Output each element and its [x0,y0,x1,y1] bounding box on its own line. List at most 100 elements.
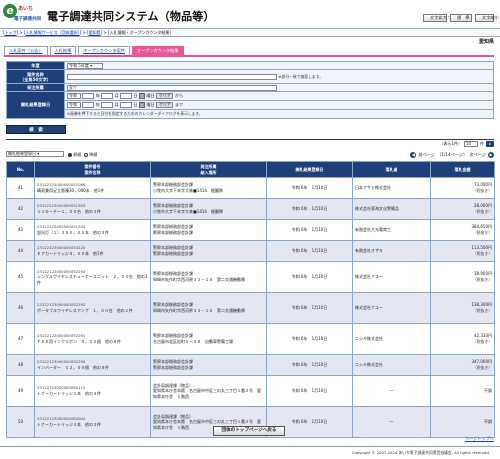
winner: ニシキ株式会社 [352,354,431,376]
row-no: 48 [6,354,35,376]
font-smaller-button[interactable]: 文字縮小 [475,14,499,22]
next-page-link[interactable]: 次ページ [469,152,486,158]
to-clear-button[interactable]: クリア [156,102,174,108]
winner: 株式会社ナユー [352,261,431,293]
tab-bar: 入札案件（公告） 入札結果 オープンカウンタ案件 オープンカウンタ結果 [4,46,184,55]
prev-page-icon[interactable]: ◀ [410,152,417,158]
case-name-link[interactable]: トナーカートリッジ３本 他の３件 [37,422,148,428]
case-name-link[interactable]: トナーカートリッジ１本 他の４件 [37,391,148,397]
sort-desc-radio[interactable] [84,153,88,157]
from-day-input[interactable] [120,93,133,99]
winner: 有限会社オザキ [352,240,431,262]
result-count-area: （表示1件） 50 件 ▸ [439,141,494,147]
tax-note: （税抜き） [473,308,492,313]
table-row: 44 23122423000000054220 Ｅアカートリッジ５，００本 他1件警… [6,240,495,262]
font-larger-button[interactable]: 文字拡大 ▽ [423,14,451,22]
to-era-select[interactable]: 令和 [67,102,81,108]
row-no: 46 [6,292,35,324]
search-button[interactable]: 検 索 [6,125,66,134]
case-name-link[interactable]: リミキーチー１，００台 他の３件 [37,209,148,215]
sort-select[interactable]: 開札結果登録日 ▾ [6,151,64,157]
breadcrumb-current: 入札情報・オープンカウンタ結果 [109,30,170,35]
from-clear-button[interactable]: クリア [156,93,174,99]
delivery-place: 警察本部総務部会計課 [153,251,193,256]
breadcrumb-top-link[interactable]: トップ [5,30,17,35]
winner: ― [352,406,431,438]
delivery-place: 愛知県本庁舎本館 名古屋市中区三の丸三丁目１番２号 愛知県本庁舎 １階西 [153,388,261,399]
sort-row: 開札結果登録日 ▾ 昇順 降順 ◀ 前ページ （1/14ページ） 次ページ ▶ [6,151,494,158]
winner: 有限会社大光電商工 [352,219,431,241]
per-page-select[interactable]: 50 [464,141,478,147]
result-date: 令和 6年 1月10日 [266,375,353,407]
date-label: 開札結果登録日 [6,91,65,119]
case-name-link[interactable]: Ｅアカートリッジ５，００本 他1件 [37,251,148,257]
to-year-input[interactable] [82,102,95,108]
sort-asc-radio[interactable] [68,153,72,157]
tax-note: （税抜き） [473,251,492,256]
case-name-link[interactable]: シングルワイヤレスチューナーユニット ２，００台 他の1件 [37,274,148,285]
case-name-input[interactable] [67,73,277,80]
prev-page-link[interactable]: 前ページ [418,152,435,158]
org-label: 発注所属 [6,83,65,92]
prefecture-label: 愛知県 [478,39,494,45]
to-calendar-icon[interactable]: 月 [139,102,146,108]
table-row: 43 23122223000000051304 蛍光灯（１）３５０，００本 他の３件… [6,219,495,241]
from-era-select[interactable]: 令和 [67,93,81,99]
calendar-note: ※画像を押下すると日付を指定するためのカレンダーダイアログを表示します。 [67,111,203,116]
col-org: 発注所属 納入場所 [150,161,267,178]
from-year-input[interactable] [82,93,95,99]
system-title: 電子調達共同システム（物品等） [47,10,215,23]
table-row: 48 23122123000000052290 インバーター １２，００個 他の８件… [6,354,495,376]
case-name-link[interactable]: インバーター １２，００個 他の８件 [37,365,148,371]
row-no: 44 [6,240,35,262]
result-date: 令和 6年 1月10日 [266,198,353,220]
row-no: 42 [6,198,35,220]
year-select[interactable]: 令和 5年度 ▾ [67,62,103,69]
table-row: 47 23122123000000052291 ＦＡＸ用インクリボン ５，００個 他… [6,323,495,355]
delivery-place: 名古屋市北区松町１－１８ 自動車警備工場 [153,339,233,344]
row-no: 41 [6,177,35,199]
tab-oc-cases[interactable]: オープンカウンタ案件 [78,46,130,55]
breadcrumb-pref-link[interactable]: 愛知県 [89,30,101,35]
col-amount: 落札金額 [430,161,495,178]
from-calendar-icon[interactable]: 月 [139,93,146,99]
case-name-link[interactable]: ＦＡＸ用インクリボン ５，００個 他の８件 [37,339,148,345]
from-month-input[interactable] [101,93,114,99]
page-top-link[interactable]: ページトップへ [465,436,494,442]
site-logo[interactable]: e あいち 電子調達共同 [3,4,45,24]
table-row: 41 23122223000000051066 晴雨兼用足立懸濁30，000本 他1… [6,177,495,199]
result-date: 令和 6年 1月10日 [266,354,353,376]
pager: ◀ 前ページ （1/14ページ） 次ページ ▶ [410,152,494,158]
row-no: 43 [6,219,35,241]
page-info: （1/14ページ） [437,152,468,157]
winner: 日本アサヒ株式会社 [352,177,431,199]
tab-bid-cases[interactable]: 入札案件（公告） [4,46,48,55]
year-label: 年度 [6,61,65,70]
row-no: 47 [6,323,35,355]
case-name-link[interactable]: 蛍光灯（１）３５０，００本 他の３件 [37,230,148,236]
tab-oc-results[interactable]: オープンカウンタ結果 [131,46,184,55]
footer: Copyright © 2007-2024 あいち電子調達共同運営協議会. Al… [0,446,500,459]
font-standard-button[interactable]: 標 準 [450,14,472,22]
case-name-link[interactable]: ポータブルワイヤレスアンプ １，００台 他の２件 [37,308,148,314]
case-name-label: 案件名称 （全角50文字） [6,69,65,84]
award-amount: 不調 [484,388,492,394]
result-date: 令和 6年 1月10日 [266,240,353,262]
breadcrumb-service-link[interactable]: 入札情報サービス（団体選択） [26,30,80,35]
results-table: No. 案件番号 案件名称 発注所属 納入場所 開札結果登録日 落札者 落札金額… [6,161,495,438]
to-day-input[interactable] [120,102,133,108]
back-to-top-button[interactable]: 団体のトップページへ戻る [213,426,285,436]
per-page-go-button[interactable]: ▸ [486,141,494,147]
row-no: 50 [6,406,35,438]
winner: ニシキ株式会社 [352,323,431,355]
row-no: 49 [6,375,35,407]
case-name-link[interactable]: 晴雨兼用足立懸濁30，000本 他1件 [37,188,148,194]
to-month-input[interactable] [101,102,114,108]
org-select[interactable]: 全て [67,84,277,91]
tab-bid-results[interactable]: 入札結果 [49,46,77,55]
next-page-icon[interactable]: ▶ [488,152,494,158]
result-count: （表示1件） [439,141,462,146]
table-row: 45 23122123000000052293 シングルワイヤレスチューナーユニット… [6,261,495,293]
result-date: 令和 6年 1月10日 [266,323,353,355]
divider [6,139,494,140]
